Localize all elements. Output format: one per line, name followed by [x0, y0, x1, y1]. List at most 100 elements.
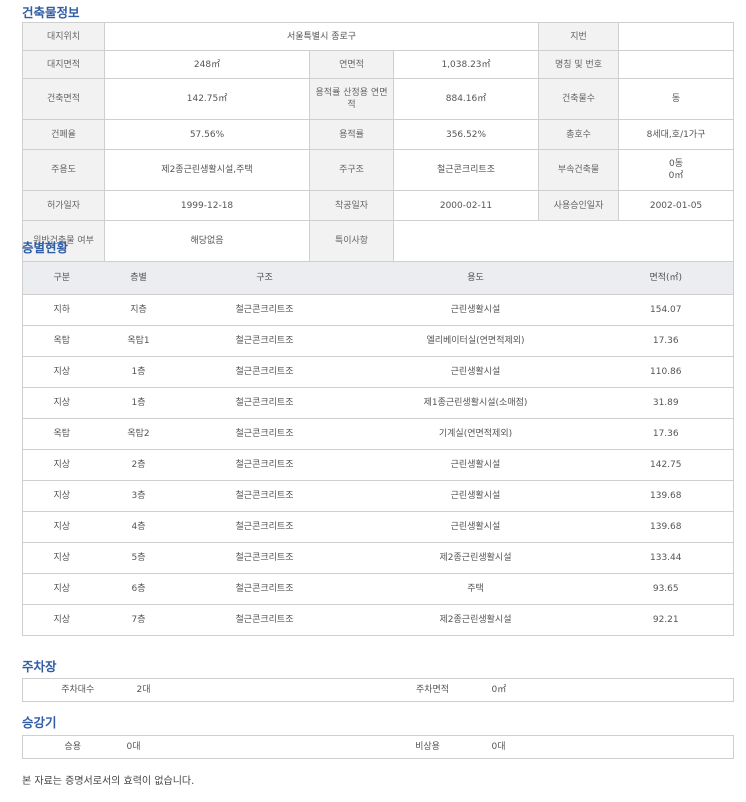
floor-use-cell: 제2종근린생활시설 — [352, 542, 599, 574]
floor-use-cell: 근린생활시설 — [352, 480, 599, 512]
table-row: 지상 4층 철근콘크리트조 근린생활시설 139.68 — [22, 511, 734, 543]
floor-area-cell: 110.86 — [598, 356, 734, 388]
floor-type-cell: 옥탑 — [22, 325, 101, 357]
info-value: 356.52% — [392, 119, 540, 150]
info-label: 지번 — [538, 22, 620, 51]
info-label: 부속건축물 — [538, 149, 620, 191]
floor-area-cell: 92.21 — [598, 604, 734, 636]
floor-use-cell: 근린생활시설 — [352, 449, 599, 481]
floor-type-cell: 지상 — [22, 356, 101, 388]
info-value: 142.75㎡ — [104, 78, 310, 120]
elevator-emergency-label: 비상용 — [367, 735, 488, 759]
floor-level-cell: 5층 — [100, 542, 177, 574]
floor-area-cell: 17.36 — [598, 418, 734, 450]
floor-use-cell: 근린생활시설 — [352, 511, 599, 543]
floor-area-cell: 142.75 — [598, 449, 734, 481]
floor-level-cell: 1층 — [100, 387, 177, 419]
info-value: 철근콘크리트조 — [392, 149, 540, 191]
floor-structure-cell: 철근콘크리트조 — [176, 418, 353, 450]
info-row-location: 대지위치 서울특별시 종로구 지번 — [22, 22, 735, 51]
info-label: 명칭 및 번호 — [538, 50, 620, 79]
info-label: 대지면적 — [22, 50, 105, 79]
floor-area-cell: 93.65 — [598, 573, 734, 605]
table-row: 지상 2층 철근콘크리트조 근린생활시설 142.75 — [22, 449, 734, 481]
info-value: 2002-01-05 — [618, 190, 735, 221]
floor-level-cell: 3층 — [100, 480, 177, 512]
floor-use-cell: 제1종근린생활시설(소매점) — [352, 387, 599, 419]
info-value — [392, 220, 735, 262]
floor-type-cell: 지상 — [22, 387, 101, 419]
col-header-use: 용도 — [352, 261, 599, 295]
floor-header-row: 구분 층별 구조 용도 면적(㎡) — [22, 261, 734, 295]
info-value: 서울특별시 종로구 — [103, 22, 540, 51]
floor-structure-cell: 철근콘크리트조 — [176, 542, 353, 574]
info-label: 건축물수 — [538, 78, 620, 120]
info-label: 허가일자 — [22, 190, 105, 221]
floor-area-cell: 139.68 — [598, 511, 734, 543]
floor-area-cell: 31.89 — [598, 387, 734, 419]
floor-structure-cell: 철근콘크리트조 — [176, 573, 353, 605]
info-value: 1,038.23㎡ — [392, 50, 540, 79]
elevator-passenger-value: 0대 — [122, 735, 368, 759]
disclaimer-note: 본 자료는 증명서로서의 효력이 없습니다. — [22, 776, 195, 787]
floor-area-cell: 133.44 — [598, 542, 734, 574]
floor-level-cell: 옥탑1 — [100, 325, 177, 357]
floor-type-cell: 지상 — [22, 542, 101, 574]
info-value — [618, 22, 735, 51]
floor-type-cell: 옥탑 — [22, 418, 101, 450]
info-row: 허가일자 1999-12-18 착공일자 2000-02-11 사용승인일자 2… — [22, 190, 735, 221]
parking-count-value: 2대 — [132, 678, 378, 702]
floor-type-cell: 지상 — [22, 511, 101, 543]
parking-area-value: 0㎡ — [487, 678, 734, 702]
floor-use-cell: 제2종근린생활시설 — [352, 604, 599, 636]
building-info-table: 대지위치 서울특별시 종로구 지번 대지면적 248㎡ 연면적 1,038.23… — [22, 22, 735, 262]
floor-level-cell: 지층 — [100, 294, 177, 326]
table-row: 지상 1층 철근콘크리트조 근린생활시설 110.86 — [22, 356, 734, 388]
floor-level-cell: 옥탑2 — [100, 418, 177, 450]
table-row: 지상 1층 철근콘크리트조 제1종근린생활시설(소매점) 31.89 — [22, 387, 734, 419]
elevator-title: 승강기 — [22, 715, 57, 730]
floor-type-cell: 지하 — [22, 294, 101, 326]
floor-rows: 지하 지층 철근콘크리트조 근린생활시설 154.07 옥탑 옥탑1 철근콘크리트조 엘리베이터… — [22, 294, 734, 636]
floor-type-cell: 지상 — [22, 573, 101, 605]
table-row: 옥탑 옥탑1 철근콘크리트조 엘리베이터실(연면적제외) 17.36 — [22, 325, 734, 357]
info-value: 248㎡ — [104, 50, 310, 79]
info-label: 대지위치 — [22, 22, 105, 51]
info-value: 57.56% — [104, 119, 310, 150]
info-label: 주용도 — [22, 149, 105, 191]
info-label: 연면적 — [309, 50, 394, 79]
floor-type-cell: 지상 — [22, 604, 101, 636]
col-header-area: 면적(㎡) — [598, 261, 734, 295]
info-row: 위반건축물 여부 해당없음 특이사항 — [22, 220, 735, 262]
floor-use-cell: 근린생활시설 — [352, 294, 599, 326]
info-label: 착공일자 — [309, 190, 394, 221]
col-header-type: 구분 — [22, 261, 101, 295]
floor-level-cell: 6층 — [100, 573, 177, 605]
info-label: 총호수 — [538, 119, 620, 150]
floor-use-cell: 엘리베이터실(연면적제외) — [352, 325, 599, 357]
floor-structure-cell: 철근콘크리트조 — [176, 449, 353, 481]
table-row: 지상 3층 철근콘크리트조 근린생활시설 139.68 — [22, 480, 734, 512]
floor-type-cell: 지상 — [22, 480, 101, 512]
info-value: 제2종근린생활시설,주택 — [104, 149, 310, 191]
floor-level-cell: 2층 — [100, 449, 177, 481]
floor-area-cell: 17.36 — [598, 325, 734, 357]
info-value: 해당없음 — [104, 220, 310, 262]
floor-level-cell: 1층 — [100, 356, 177, 388]
parking-title: 주차장 — [22, 659, 57, 674]
parking-count-label: 주차대수 — [22, 678, 133, 702]
parking-table: 주차대수 2대 주차면적 0㎡ — [22, 678, 734, 702]
col-header-structure: 구조 — [176, 261, 353, 295]
info-row: 대지면적 248㎡ 연면적 1,038.23㎡ 명칭 및 번호 — [22, 50, 735, 79]
info-label: 주구조 — [309, 149, 394, 191]
floor-structure-cell: 철근콘크리트조 — [176, 480, 353, 512]
floor-area-cell: 154.07 — [598, 294, 734, 326]
info-value — [618, 50, 735, 79]
floor-structure-cell: 철근콘크리트조 — [176, 325, 353, 357]
info-value: 0동 0㎡ — [618, 149, 735, 191]
floor-structure-cell: 철근콘크리트조 — [176, 387, 353, 419]
info-value: 884.16㎡ — [392, 78, 540, 120]
elevator-row: 승용 0대 비상용 0대 — [22, 735, 734, 759]
elevator-emergency-value: 0대 — [487, 735, 734, 759]
floor-use-cell: 근린생활시설 — [352, 356, 599, 388]
